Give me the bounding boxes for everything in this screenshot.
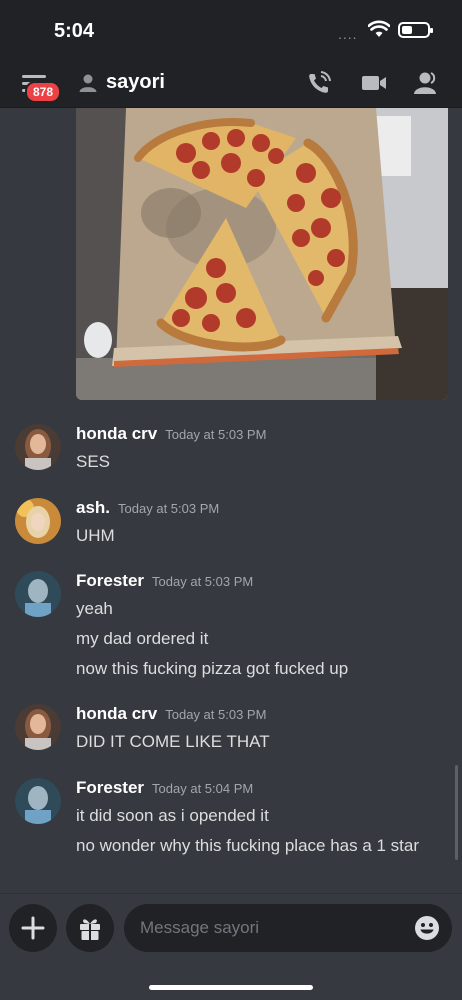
message-timestamp: Today at 5:03 PM bbox=[165, 427, 267, 442]
plus-icon bbox=[21, 916, 45, 940]
author-name[interactable]: Forester bbox=[76, 571, 144, 590]
unread-badge: 878 bbox=[25, 81, 62, 103]
message-timestamp: Today at 5:04 PM bbox=[152, 781, 254, 796]
message-author[interactable]: honda crv Today at 5:03 PM bbox=[76, 704, 266, 724]
battery-icon bbox=[398, 22, 433, 38]
message-input-wrapper bbox=[124, 904, 452, 952]
avatar[interactable] bbox=[15, 778, 61, 824]
avatar[interactable] bbox=[15, 704, 61, 750]
channel-header: 878 sayori bbox=[0, 60, 462, 108]
dm-title: sayori bbox=[106, 71, 165, 93]
wifi-icon bbox=[368, 20, 390, 37]
video-camera-icon[interactable] bbox=[360, 70, 388, 96]
message-list[interactable]: honda crv Today at 5:03 PM SES ash. Today … bbox=[0, 108, 462, 893]
message-timestamp: Today at 5:03 PM bbox=[152, 574, 254, 589]
message-text: no wonder why this fucking place has a 1… bbox=[76, 836, 420, 855]
emoji-icon[interactable] bbox=[414, 915, 440, 941]
home-indicator bbox=[149, 985, 313, 990]
message-author[interactable]: honda crv Today at 5:03 PM bbox=[76, 424, 266, 444]
status-bar: 5:04 .... bbox=[0, 0, 462, 60]
avatar[interactable] bbox=[15, 571, 61, 617]
author-name[interactable]: honda crv bbox=[76, 424, 157, 443]
message-composer bbox=[0, 893, 462, 1000]
pizza-photo bbox=[76, 108, 448, 400]
message-text: now this fucking pizza got fucked up bbox=[76, 659, 349, 678]
message-text: it did soon as i opended it bbox=[76, 806, 269, 825]
signal-icon: .... bbox=[338, 26, 358, 42]
avatar[interactable] bbox=[15, 498, 61, 544]
scrollbar[interactable] bbox=[455, 765, 458, 860]
message-timestamp: Today at 5:03 PM bbox=[118, 501, 220, 516]
message-text: my dad ordered it bbox=[76, 629, 209, 648]
message-author[interactable]: Forester Today at 5:04 PM bbox=[76, 778, 253, 798]
member-list-icon[interactable] bbox=[412, 70, 440, 96]
message-text: UHM bbox=[76, 526, 115, 545]
gift-icon bbox=[80, 919, 100, 940]
author-name[interactable]: Forester bbox=[76, 778, 144, 797]
message-author[interactable]: Forester Today at 5:03 PM bbox=[76, 571, 253, 591]
add-attachment-button[interactable] bbox=[9, 904, 57, 952]
message-text: yeah bbox=[76, 599, 113, 618]
image-attachment[interactable] bbox=[76, 108, 448, 400]
message-timestamp: Today at 5:03 PM bbox=[165, 707, 267, 722]
gift-button[interactable] bbox=[66, 904, 114, 952]
author-name[interactable]: ash. bbox=[76, 498, 110, 517]
status-time: 5:04 bbox=[54, 20, 95, 42]
avatar[interactable] bbox=[15, 424, 61, 470]
message-author[interactable]: ash. Today at 5:03 PM bbox=[76, 498, 219, 518]
message-text: DID IT COME LIKE THAT bbox=[76, 732, 270, 751]
author-name[interactable]: honda crv bbox=[76, 704, 157, 723]
user-icon bbox=[79, 74, 97, 92]
message-input[interactable] bbox=[140, 904, 400, 952]
message-text: SES bbox=[76, 452, 111, 471]
phone-call-icon[interactable] bbox=[306, 70, 334, 96]
